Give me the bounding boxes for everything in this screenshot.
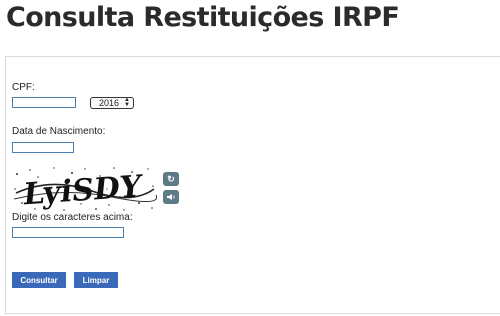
refresh-captcha-button[interactable]: ↻: [163, 172, 179, 186]
page-title: Consulta Restituições IRPF: [6, 2, 400, 33]
year-select-value: 2016: [99, 98, 120, 108]
refresh-icon: ↻: [167, 173, 175, 184]
captcha-image: LyiSDY: [12, 165, 157, 212]
limpar-button[interactable]: Limpar: [74, 272, 118, 288]
audio-captcha-button[interactable]: [163, 190, 179, 204]
dob-label: Data de Nascimento:: [12, 126, 106, 137]
captcha-prompt: Digite os caracteres acima:: [12, 212, 133, 223]
captcha-input[interactable]: [12, 227, 124, 238]
year-select[interactable]: 2016 ▲ ▼: [90, 97, 134, 109]
cpf-input[interactable]: [12, 97, 76, 108]
cpf-label: CPF:: [12, 82, 35, 93]
consultar-button[interactable]: Consultar: [12, 272, 66, 288]
select-arrows-icon: ▲ ▼: [124, 97, 130, 108]
dob-input[interactable]: [12, 142, 74, 153]
speaker-icon: [167, 194, 175, 200]
